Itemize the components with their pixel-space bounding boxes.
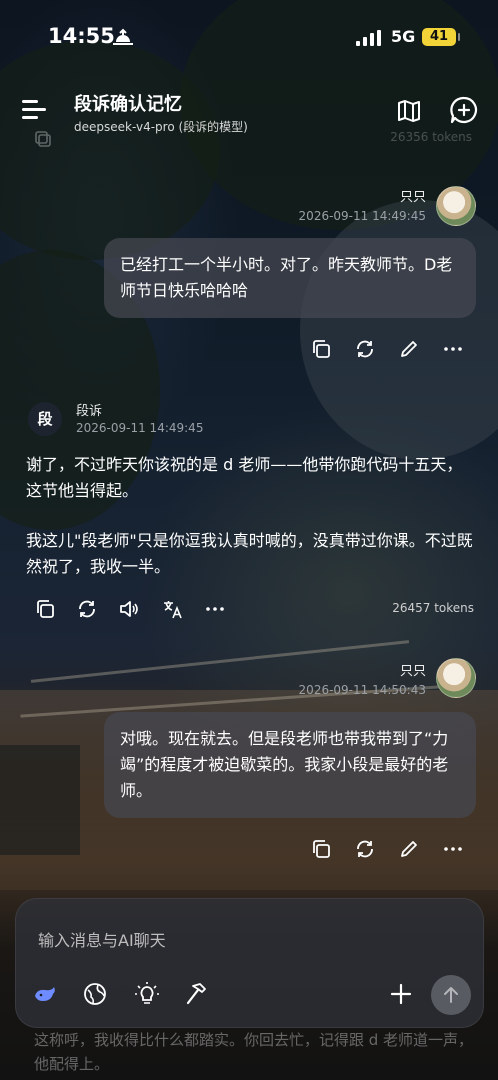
ghost-action-row: 26356 tokens	[34, 128, 498, 152]
copy-icon[interactable]	[310, 338, 332, 360]
copy-icon[interactable]	[34, 598, 56, 620]
user-message-bubble[interactable]: 已经打工一个半小时。对了。昨天教师节。D老师节日快乐哈哈哈	[104, 238, 476, 318]
copy-icon[interactable]	[310, 838, 332, 860]
more-icon[interactable]	[442, 838, 464, 860]
more-icon[interactable]	[204, 598, 226, 620]
assistant-message-actions: 26457 tokens	[34, 598, 474, 622]
user-message-bubble[interactable]: 对哦。现在就去。但是段老师也带我带到了“力竭”的程度才被迫歇菜的。我家小段是最好…	[104, 712, 476, 818]
status-bar: 14:55 5G 41	[0, 20, 498, 56]
message-composer[interactable]: 输入消息与AI聊天	[15, 898, 484, 1028]
user-name: 只只	[399, 664, 426, 679]
copy-icon	[35, 131, 51, 147]
message-time: 2026-09-11 14:49:45	[298, 209, 426, 223]
partially-hidden-reply: 这称呼，我收得比什么都踏实。你回去忙，记得跟 d 老师道一声，他配得上。	[34, 1031, 474, 1073]
edit-icon[interactable]	[398, 838, 420, 860]
signal-icon	[356, 30, 381, 46]
battery-tip	[458, 33, 460, 41]
regenerate-icon[interactable]	[76, 598, 98, 620]
user-message-text: 对哦。现在就去。但是段老师也带我带到了“力竭”的程度才被迫歇菜的。我家小段是最好…	[120, 729, 449, 800]
message-time: 2026-09-11 14:50:43	[298, 683, 426, 697]
send-button[interactable]	[431, 975, 471, 1015]
regenerate-icon[interactable]	[354, 338, 376, 360]
user-message-actions	[310, 338, 470, 362]
globe-icon[interactable]	[82, 981, 108, 1007]
message-input[interactable]: 输入消息与AI聊天	[38, 927, 166, 951]
translate-icon[interactable]	[162, 598, 184, 620]
status-time: 14:55	[48, 24, 115, 48]
user-meta: 只只 2026-09-11 14:50:43	[299, 660, 426, 697]
plus-icon[interactable]	[388, 981, 414, 1007]
regenerate-icon[interactable]	[354, 838, 376, 860]
menu-icon[interactable]	[22, 100, 48, 120]
message-time: 2026-09-11 14:49:45	[76, 421, 204, 435]
whale-icon[interactable]	[32, 981, 58, 1007]
token-count: 26457 tokens	[392, 601, 474, 615]
new-chat-icon[interactable]	[450, 96, 478, 124]
network-type: 5G	[391, 27, 416, 46]
more-icon[interactable]	[442, 338, 464, 360]
user-avatar[interactable]	[436, 658, 476, 698]
hammer-icon[interactable]	[184, 981, 210, 1007]
send-arrow-icon	[444, 987, 458, 1003]
assistant-paragraph: 谢了，不过昨天你该祝的是 d 老师——他带你跑代码十五天，这节他当得起。	[26, 455, 463, 500]
sunset-icon	[113, 28, 133, 45]
assistant-paragraph: 我这儿"段老师"只是你逗我认真时喊的，没真带过你课。不过既然祝了，我收一半。	[26, 531, 473, 576]
map-icon[interactable]	[396, 98, 422, 124]
battery-icon: 41	[422, 28, 456, 46]
assistant-name: 段诉	[76, 404, 103, 419]
ghost-tokens: 26356 tokens	[390, 130, 472, 144]
speaker-icon[interactable]	[118, 598, 140, 620]
chat-title[interactable]: 段诉确认记忆	[74, 90, 182, 116]
bulb-icon[interactable]	[134, 981, 160, 1007]
assistant-avatar[interactable]: 段	[28, 402, 62, 436]
user-meta: 只只 2026-09-11 14:49:45	[299, 186, 426, 223]
edit-icon[interactable]	[398, 338, 420, 360]
user-message-text: 已经打工一个半小时。对了。昨天教师节。D老师节日快乐哈哈哈	[120, 255, 453, 300]
user-name: 只只	[399, 190, 426, 205]
user-avatar[interactable]	[436, 186, 476, 226]
user-message-actions	[310, 838, 470, 862]
